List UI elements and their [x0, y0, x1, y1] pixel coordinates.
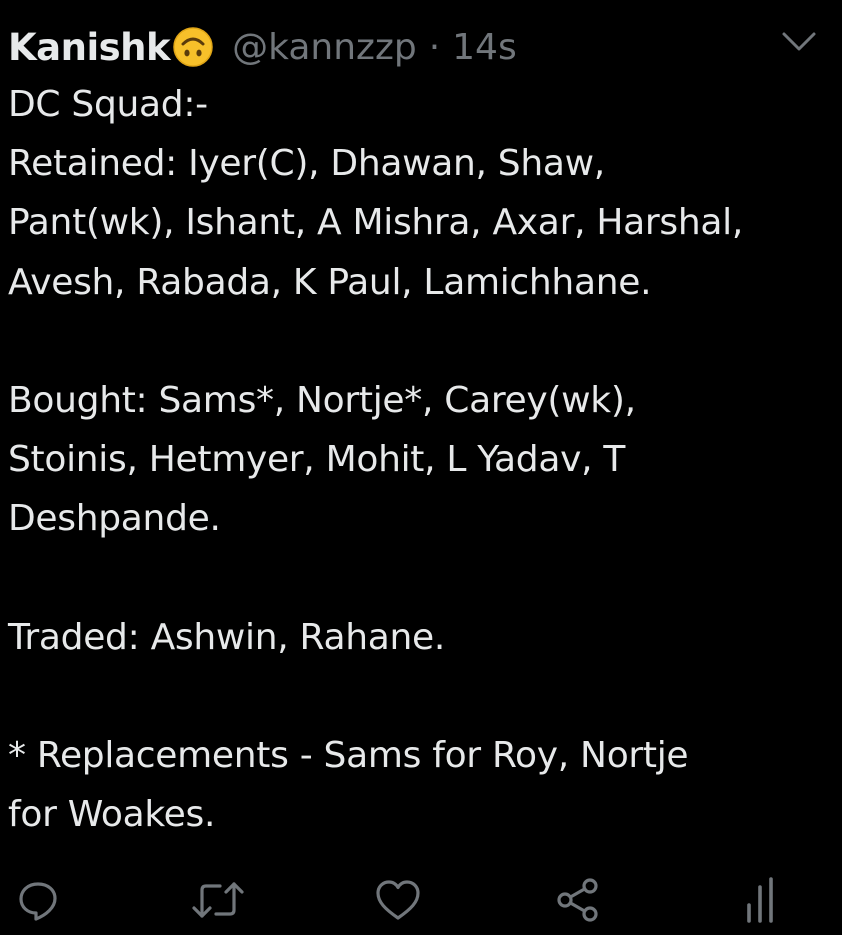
heart-icon [373, 876, 423, 924]
tweet-line: Avesh, Rabada, K Paul, Lamichhane. [8, 261, 652, 303]
like-button[interactable] [368, 870, 428, 930]
separator-dot: · [428, 26, 441, 68]
tweet: Kanishk @kannzzp · 14s DC Squad:- Retain… [0, 0, 842, 935]
share-icon [553, 875, 603, 925]
tweet-line: Stoinis, Hetmyer, Mohit, L Yadav, T [8, 439, 626, 481]
tweet-line: Traded: Ashwin, Rahane. [8, 616, 446, 658]
analytics-icon [740, 875, 780, 925]
tweet-actions [0, 870, 842, 930]
tweet-line: Deshpande. [8, 498, 221, 540]
user-handle[interactable]: @kannzzp [232, 27, 417, 68]
retweet-button[interactable] [188, 870, 248, 930]
retweet-icon [190, 876, 246, 924]
tweet-line: DC Squad:- [8, 84, 208, 125]
timestamp[interactable]: 14s [452, 27, 517, 68]
tweet-line: Pant(wk), Ishant, A Mishra, Axar, Harsha… [8, 202, 743, 244]
tweet-line: Retained: Iyer(C), Dhawan, Shaw, [8, 143, 605, 185]
tweet-line: * Replacements - Sams for Roy, Nortje [8, 735, 689, 777]
display-name[interactable]: Kanishk [8, 26, 171, 69]
tweet-header: Kanishk @kannzzp · 14s [8, 22, 517, 72]
upside-down-face-emoji-icon [172, 26, 214, 68]
tweet-body: DC Squad:- Retained: Iyer(C), Dhawan, Sh… [8, 75, 838, 845]
reply-button[interactable] [8, 870, 68, 930]
share-button[interactable] [548, 870, 608, 930]
reply-icon [14, 876, 62, 924]
analytics-button[interactable] [730, 870, 790, 930]
tweet-line: Bought: Sams*, Nortje*, Carey(wk), [8, 380, 636, 421]
chevron-down-icon[interactable] [778, 28, 820, 56]
tweet-line: for Woakes. [8, 794, 216, 836]
